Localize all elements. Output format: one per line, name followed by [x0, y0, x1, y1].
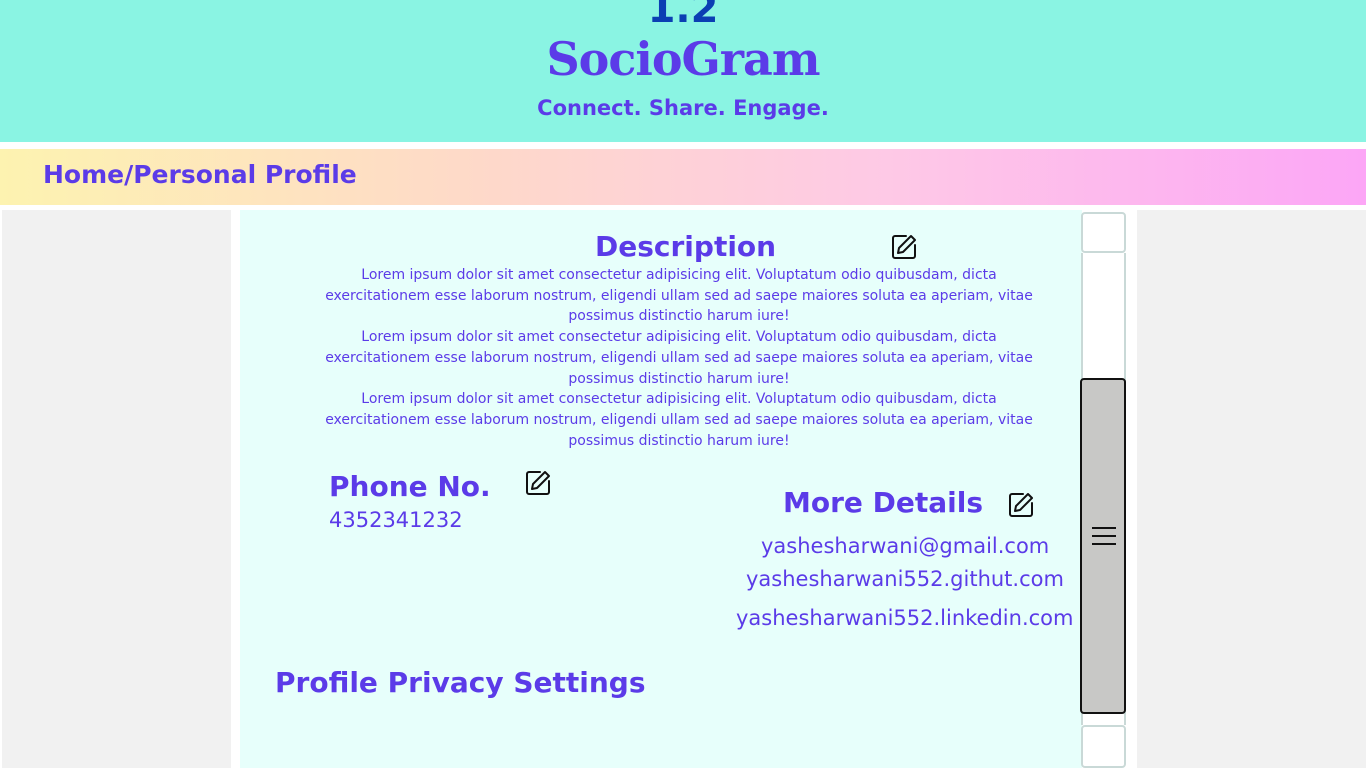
privacy-settings-title[interactable]: Profile Privacy Settings — [275, 666, 646, 699]
phone-title: Phone No. — [329, 470, 491, 503]
left-sidebar — [2, 210, 231, 768]
description-text: Lorem ipsum dolor sit amet consectetur a… — [320, 265, 1038, 451]
description-paragraph: Lorem ipsum dolor sit amet consectetur a… — [325, 391, 1033, 449]
edit-phone-icon[interactable] — [523, 468, 553, 498]
description-paragraph: Lorem ipsum dolor sit amet consectetur a… — [325, 329, 1033, 387]
profile-panel: Description Lorem ipsum dolor sit amet c… — [240, 210, 1082, 768]
more-details-title: More Details — [783, 486, 984, 519]
email-link[interactable]: yashesharwani@gmail.com — [761, 534, 1049, 558]
linkedin-link[interactable]: yashesharwani552.linkedin.com — [736, 606, 1073, 630]
edit-more-details-icon[interactable] — [1006, 490, 1036, 520]
brand-logo-text[interactable]: SocioGram — [0, 32, 1366, 86]
tagline: Connect. Share. Engage. — [537, 96, 829, 120]
github-link[interactable]: yashesharwani552.githut.com — [746, 567, 1064, 591]
app-header: 1.2 SocioGram Connect. Share. Engage. — [0, 0, 1366, 142]
scroll-up-button[interactable] — [1081, 212, 1126, 253]
scroll-down-button[interactable] — [1081, 725, 1126, 768]
phone-value: 4352341232 — [329, 508, 463, 532]
right-sidebar — [1137, 210, 1366, 768]
description-title: Description — [595, 230, 777, 263]
version-label: 1.2 — [647, 0, 719, 32]
breadcrumb[interactable]: Home/Personal Profile — [43, 160, 357, 189]
scrollbar-thumb[interactable] — [1080, 378, 1126, 714]
breadcrumb-bar: Home/Personal Profile — [0, 149, 1366, 205]
description-paragraph: Lorem ipsum dolor sit amet consectetur a… — [325, 267, 1033, 325]
edit-description-icon[interactable] — [889, 232, 919, 262]
hamburger-icon — [1092, 527, 1116, 545]
